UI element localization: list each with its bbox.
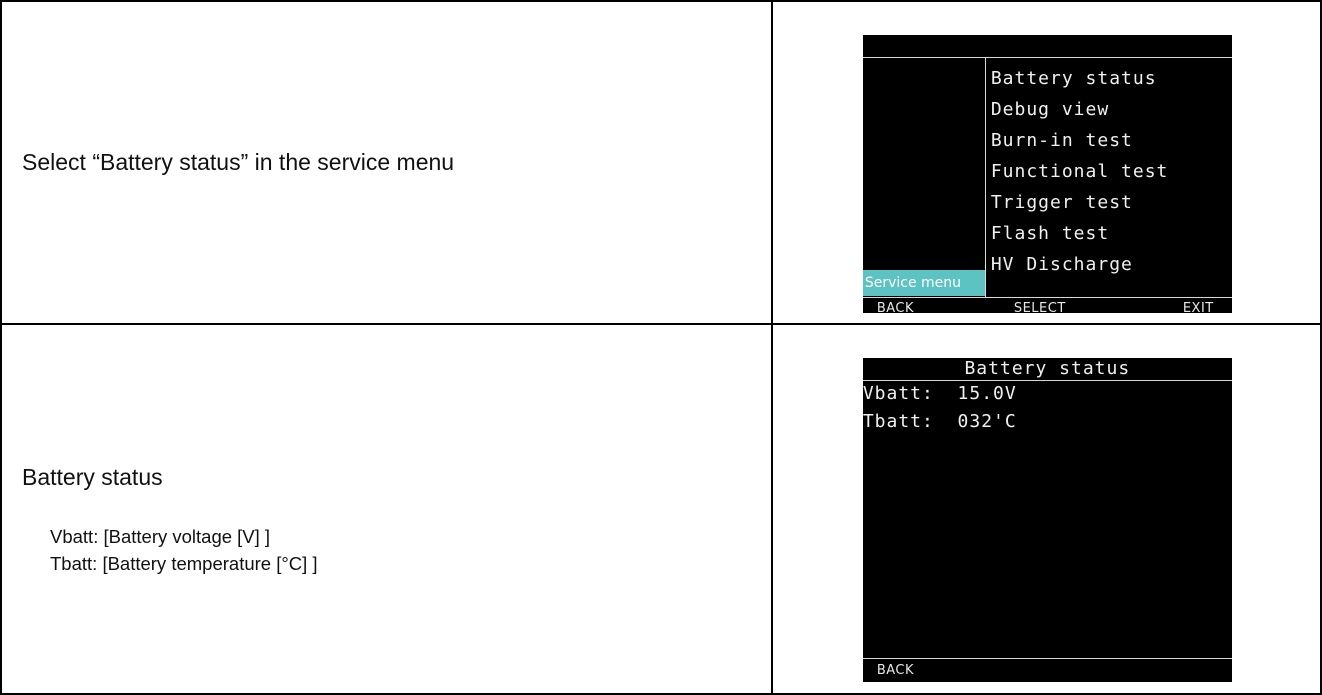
back-softkey[interactable]: BACK bbox=[877, 663, 914, 678]
divider bbox=[862, 380, 1232, 381]
instruction-text: Select “Battery status” in the service m… bbox=[22, 149, 455, 175]
menu-item-battery-status[interactable]: Battery status bbox=[991, 69, 1157, 89]
battery-status-screen: Battery status Vbatt: 15.0V Tbatt: 032'C… bbox=[862, 358, 1232, 682]
instruction-cell: Select “Battery status” in the service m… bbox=[0, 0, 773, 325]
menu-title-tag: Service menu bbox=[862, 270, 985, 296]
menu-item-trigger-test[interactable]: Trigger test bbox=[991, 193, 1133, 213]
table-row: Battery status Vbatt: [Battery voltage [… bbox=[0, 323, 1322, 695]
instruction-cell: Battery status Vbatt: [Battery voltage [… bbox=[0, 323, 773, 695]
screen-title: Battery status bbox=[964, 358, 1131, 379]
exit-softkey[interactable]: EXIT bbox=[1183, 301, 1214, 316]
menu-item-functional-test[interactable]: Functional test bbox=[991, 162, 1169, 182]
menu-item-flash-test[interactable]: Flash test bbox=[991, 224, 1109, 244]
divider bbox=[862, 297, 1232, 298]
divider bbox=[862, 658, 1232, 659]
menu-item-debug-view[interactable]: Debug view bbox=[991, 100, 1109, 120]
vbatt-readout: Vbatt: 15.0V bbox=[862, 383, 1017, 404]
tbatt-readout: Tbatt: 032'C bbox=[862, 411, 1017, 432]
divider bbox=[984, 58, 986, 298]
screen-cell: Battery status Debug view Burn-in test F… bbox=[770, 0, 1322, 325]
divider bbox=[862, 57, 1232, 58]
table-row: Select “Battery status” in the service m… bbox=[0, 0, 1322, 325]
menu-item-burn-in-test[interactable]: Burn-in test bbox=[991, 131, 1133, 151]
back-softkey[interactable]: BACK bbox=[877, 301, 914, 316]
detail-line: Vbatt: [Battery voltage [V] ] bbox=[50, 526, 271, 547]
select-softkey[interactable]: SELECT bbox=[1014, 301, 1066, 316]
instruction-table: Select “Battery status” in the service m… bbox=[0, 0, 1322, 695]
service-menu-screen: Battery status Debug view Burn-in test F… bbox=[862, 35, 1232, 316]
screen-cell: Battery status Vbatt: 15.0V Tbatt: 032'C… bbox=[770, 323, 1322, 695]
menu-item-hv-discharge[interactable]: HV Discharge bbox=[991, 255, 1133, 275]
detail-line: Tbatt: [Battery temperature [°C] ] bbox=[50, 553, 318, 574]
section-heading: Battery status bbox=[22, 464, 163, 490]
